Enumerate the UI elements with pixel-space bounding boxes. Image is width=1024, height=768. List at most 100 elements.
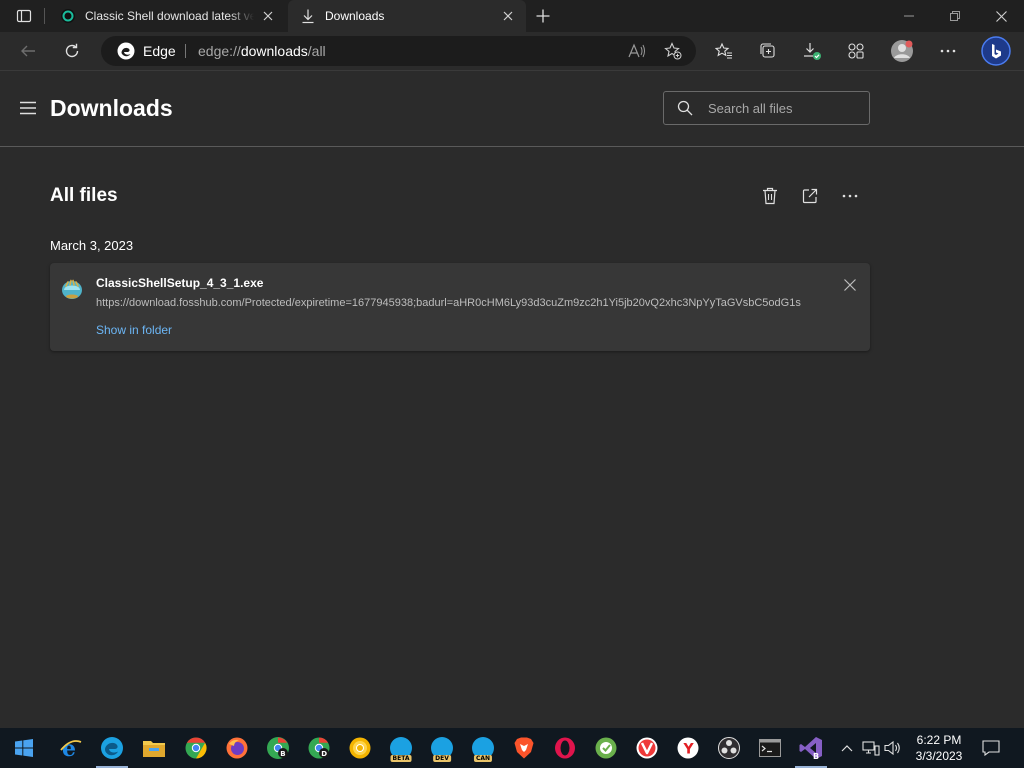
internet-explorer-app[interactable]: e [51,728,91,768]
refresh-button[interactable] [58,37,86,65]
edge-dev-app[interactable]: DEV [422,728,462,768]
tab-classic-shell[interactable]: Classic Shell download latest version [48,0,286,32]
open-downloads-folder-button[interactable] [798,184,822,208]
file-explorer-app[interactable] [134,728,174,768]
menu-button[interactable] [18,98,38,118]
svg-text:e: e [62,736,76,760]
close-window-button[interactable] [978,0,1024,32]
search-input[interactable] [708,98,858,118]
more-icon [842,194,858,198]
show-hidden-icons-button[interactable] [838,738,856,758]
bing-icon [981,36,1011,66]
folder-icon [143,741,165,757]
firefox-app[interactable] [217,728,257,768]
add-favorite-button[interactable] [661,39,685,63]
favorites-button[interactable] [710,37,738,65]
brave-app[interactable] [504,728,544,768]
chrome-icon [185,737,207,759]
tab-close-icon[interactable] [500,8,516,24]
restore-button[interactable] [932,0,978,32]
more-icon [940,49,956,53]
download-item[interactable]: ClassicShellSetup_4_3_1.exe https://down… [50,263,870,351]
collections-button[interactable] [754,37,782,65]
trash-icon [763,187,777,205]
url-host: downloads [240,43,308,59]
coccoc-icon [595,737,617,759]
classic-shell-file-icon [62,279,82,299]
svg-text:B: B [813,752,819,760]
chrome-canary-app[interactable] [340,728,380,768]
address-divider [185,44,186,58]
close-icon [995,10,1007,22]
chrome-app[interactable] [176,728,216,768]
tab-downloads[interactable]: Downloads [288,0,526,32]
opera-app[interactable] [545,728,585,768]
start-button[interactable] [4,728,44,768]
search-box[interactable] [663,91,870,125]
visual-studio-app[interactable]: B [791,728,831,768]
taskbar-clock[interactable]: 6:22 PM 3/3/2023 [910,732,968,764]
download-icon [300,8,316,24]
clock-time: 6:22 PM [916,733,962,747]
chevron-up-icon [841,745,853,752]
tab-title: Downloads [325,9,385,23]
browser-toolbar: Edge edge://downloads/all [0,32,1024,70]
address-bar[interactable]: Edge edge://downloads/all [101,36,696,66]
windows-taskbar: e B D BETA DEV CAN Y B 6:22 PM 3/3/2023 [0,728,1024,768]
url-path: /all [307,43,326,59]
bing-chat-button[interactable] [980,35,1012,67]
tab-separator [44,8,45,24]
opera-icon [555,737,575,759]
terminal-app[interactable] [750,728,790,768]
vivaldi-app[interactable] [627,728,667,768]
dev-badge: DEV [433,755,451,762]
svg-text:Y: Y [683,742,695,758]
profile-button[interactable] [888,37,916,65]
internet-explorer-icon: e [60,736,82,760]
tab-actions-button[interactable] [10,6,38,26]
avatar-icon [891,40,913,62]
show-in-folder-link[interactable]: Show in folder [96,323,172,337]
action-center-button[interactable] [978,736,1004,760]
site-favicon-icon [60,8,76,24]
volume-tray-button[interactable] [884,738,902,758]
header-divider [0,146,1024,147]
more-options-button[interactable] [838,184,862,208]
read-aloud-button[interactable] [625,39,649,63]
back-button[interactable] [14,37,42,65]
yandex-app[interactable]: Y [668,728,708,768]
visual-studio-icon: B [799,737,822,760]
chrome-dev-icon: D [308,737,330,759]
clear-all-button[interactable] [758,184,782,208]
new-tab-button[interactable] [533,6,553,26]
coccoc-app[interactable] [586,728,626,768]
url-text[interactable]: edge://downloads/all [198,43,326,59]
svg-text:D: D [321,750,327,758]
edge-canary-app[interactable]: CAN [463,728,503,768]
windows-logo-icon [15,739,33,757]
read-aloud-icon [628,43,645,58]
downloads-button[interactable] [798,37,826,65]
network-tray-button[interactable] [862,738,880,758]
chrome-beta-icon: B [267,737,289,759]
chrome-beta-app[interactable]: B [258,728,298,768]
remove-download-button[interactable] [840,275,860,295]
clock-date: 3/3/2023 [915,749,963,763]
canary-badge: CAN [473,755,493,762]
edge-app[interactable] [92,728,132,768]
file-name[interactable]: ClassicShellSetup_4_3_1.exe [96,276,263,290]
settings-menu-button[interactable] [934,37,962,65]
vivaldi-icon [636,737,658,759]
tab-close-icon[interactable] [260,8,276,24]
edge-dev-icon: DEV [431,737,453,762]
close-icon [844,279,856,291]
edge-icon [101,737,123,759]
minimize-button[interactable] [886,0,932,32]
section-title: All files [50,185,118,206]
chrome-dev-app[interactable]: D [299,728,339,768]
edge-beta-app[interactable]: BETA [381,728,421,768]
obs-app[interactable] [709,728,749,768]
obs-icon [718,737,740,759]
network-icon [862,741,880,756]
extensions-button[interactable] [842,37,870,65]
